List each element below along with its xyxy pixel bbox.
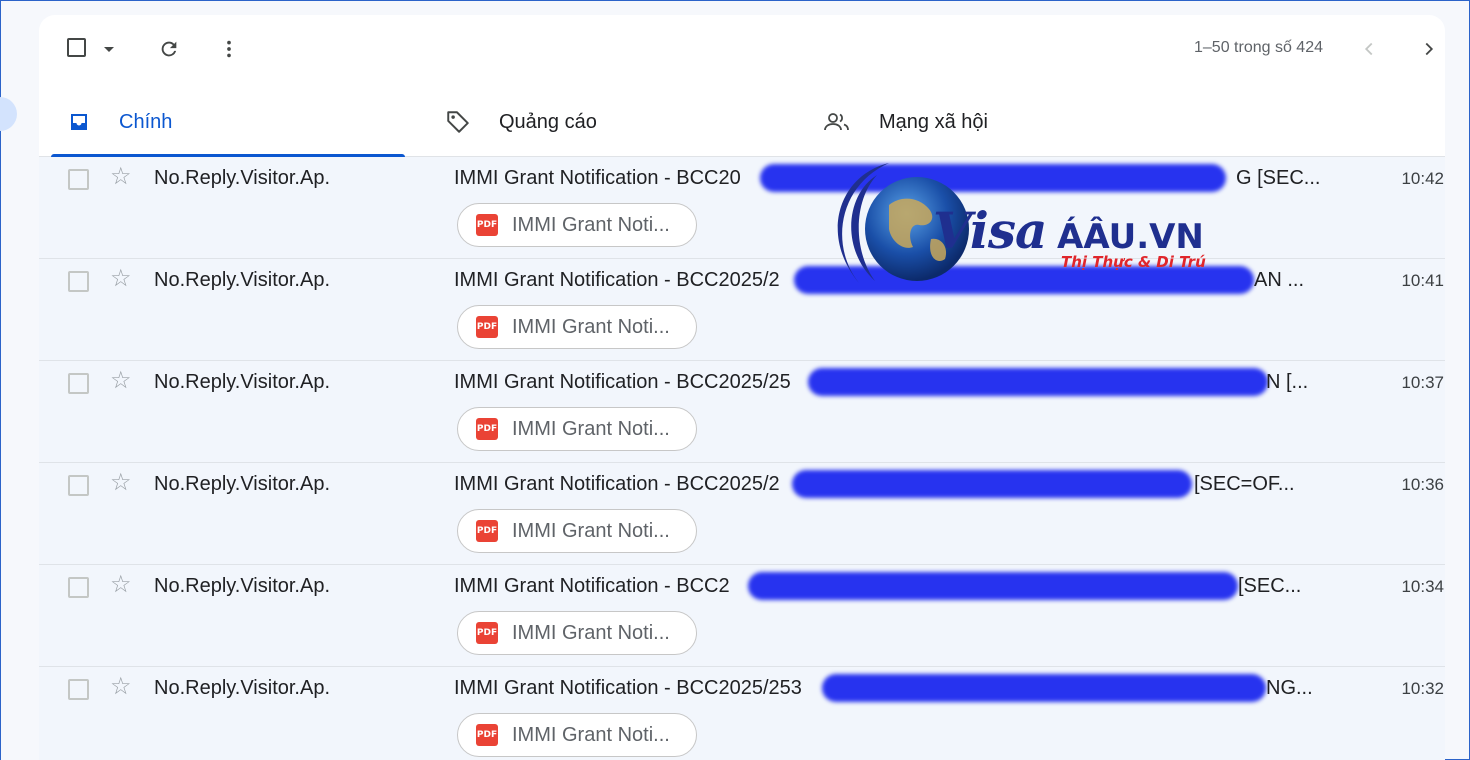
email-time: 10:41	[1401, 271, 1444, 290]
inbox-icon	[67, 110, 91, 134]
subject-text: IMMI Grant Notification - BCC2	[454, 575, 730, 597]
subject-tail: [SEC...	[1238, 575, 1302, 597]
pdf-icon: PDF	[476, 316, 498, 338]
subject-text: IMMI Grant Notification - BCC20	[454, 167, 741, 189]
pdf-icon: PDF	[476, 520, 498, 542]
email-row[interactable]: ☆ No.Reply.Visitor.Ap. IMMI Grant Notifi…	[39, 667, 1445, 760]
redaction-mark	[792, 470, 1192, 498]
more-options-icon[interactable]	[217, 37, 241, 61]
attachment-name: IMMI Grant Noti...	[512, 723, 670, 746]
row-checkbox[interactable]	[68, 577, 89, 598]
watermark-brand: Visa	[933, 201, 1047, 260]
attachment-chip[interactable]: PDF IMMI Grant Noti...	[457, 611, 697, 655]
people-icon	[823, 110, 851, 134]
select-all-checkbox[interactable]	[67, 38, 86, 57]
star-icon[interactable]: ☆	[110, 675, 132, 699]
refresh-icon[interactable]	[157, 37, 181, 61]
email-subject: IMMI Grant Notification - BCC2025/2 [SEC…	[454, 470, 1295, 498]
watermark-logo: Visa ÁÂU.VN Thị Thực & Di Trú	[819, 155, 1239, 305]
row-checkbox[interactable]	[68, 475, 89, 496]
sender-name: No.Reply.Visitor.Ap.	[154, 575, 331, 597]
row-checkbox[interactable]	[68, 679, 89, 700]
tab-social[interactable]: Mạng xã hội	[823, 87, 1163, 157]
watermark-tagline: Thị Thực & Di Trú	[1061, 253, 1206, 271]
email-time: 10:36	[1401, 475, 1444, 494]
email-subject: IMMI Grant Notification - BCC2025/253 NG…	[454, 674, 1313, 702]
redaction-mark	[808, 368, 1268, 396]
email-subject: IMMI Grant Notification - BCC2 [SEC...	[454, 572, 1301, 600]
redaction-mark	[822, 674, 1266, 702]
subject-text: IMMI Grant Notification - BCC2025/25	[454, 371, 791, 393]
email-subject: IMMI Grant Notification - BCC2025/25 N […	[454, 368, 1308, 396]
pdf-icon: PDF	[476, 214, 498, 236]
category-tabs: Chính Quảng cáo Mạng xã hội	[39, 87, 1445, 157]
subject-text: IMMI Grant Notification - BCC2025/253	[454, 677, 802, 699]
row-checkbox[interactable]	[68, 271, 89, 292]
tab-social-label: Mạng xã hội	[879, 110, 988, 133]
email-time: 10:37	[1401, 373, 1444, 392]
sender-name: No.Reply.Visitor.Ap.	[154, 269, 331, 291]
toolbar: 1–50 trong số 424	[39, 15, 1445, 81]
attachment-name: IMMI Grant Noti...	[512, 519, 670, 542]
star-icon[interactable]: ☆	[110, 369, 132, 393]
email-subject: IMMI Grant Notification - BCC20 G [SEC..…	[454, 164, 1320, 192]
attachment-name: IMMI Grant Noti...	[512, 213, 670, 236]
attachment-chip[interactable]: PDF IMMI Grant Noti...	[457, 203, 697, 247]
pdf-icon: PDF	[476, 622, 498, 644]
subject-text: IMMI Grant Notification - BCC2025/2	[454, 269, 780, 291]
email-row[interactable]: ☆ No.Reply.Visitor.Ap. IMMI Grant Notifi…	[39, 463, 1445, 565]
mail-panel: 1–50 trong số 424 Chính Quảng cáo Mạng x…	[39, 15, 1445, 760]
attachment-chip[interactable]: PDF IMMI Grant Noti...	[457, 407, 697, 451]
email-subject: IMMI Grant Notification - BCC2025/2 AN .…	[454, 266, 1304, 294]
email-row[interactable]: ☆ No.Reply.Visitor.Ap. IMMI Grant Notifi…	[39, 361, 1445, 463]
pagination-count: 1–50 trong số 424	[1194, 39, 1323, 56]
tab-promotions-label: Quảng cáo	[499, 110, 597, 133]
attachment-chip[interactable]: PDF IMMI Grant Noti...	[457, 305, 697, 349]
tab-promotions[interactable]: Quảng cáo	[445, 87, 785, 157]
attachment-chip[interactable]: PDF IMMI Grant Noti...	[457, 713, 697, 757]
star-icon[interactable]: ☆	[110, 267, 132, 291]
pdf-icon: PDF	[476, 724, 498, 746]
sender-name: No.Reply.Visitor.Ap.	[154, 473, 331, 495]
star-icon[interactable]: ☆	[110, 471, 132, 495]
tab-primary-label: Chính	[119, 110, 173, 133]
subject-text: IMMI Grant Notification - BCC2025/2	[454, 473, 780, 495]
pdf-icon: PDF	[476, 418, 498, 440]
star-icon[interactable]: ☆	[110, 165, 132, 189]
email-row[interactable]: ☆ No.Reply.Visitor.Ap. IMMI Grant Notifi…	[39, 565, 1445, 667]
sender-name: No.Reply.Visitor.Ap.	[154, 677, 331, 699]
tab-primary[interactable]: Chính	[67, 87, 407, 157]
tag-icon	[445, 109, 471, 135]
email-time: 10:34	[1401, 577, 1444, 596]
select-dropdown-icon[interactable]	[103, 45, 115, 53]
attachment-name: IMMI Grant Noti...	[512, 315, 670, 338]
subject-tail: [SEC=OF...	[1194, 473, 1295, 495]
subject-tail: AN ...	[1254, 269, 1305, 291]
email-time: 10:42	[1401, 169, 1444, 188]
sender-name: No.Reply.Visitor.Ap.	[154, 371, 331, 393]
attachment-name: IMMI Grant Noti...	[512, 621, 670, 644]
row-checkbox[interactable]	[68, 169, 89, 190]
attachment-name: IMMI Grant Noti...	[512, 417, 670, 440]
star-icon[interactable]: ☆	[110, 573, 132, 597]
redaction-mark	[748, 572, 1238, 600]
email-time: 10:32	[1401, 679, 1444, 698]
subject-tail: NG...	[1266, 677, 1313, 699]
previous-page-icon[interactable]	[1357, 37, 1381, 61]
next-page-icon[interactable]	[1417, 37, 1441, 61]
subject-tail: G [SEC...	[1236, 167, 1321, 189]
watermark-domain: ÁÂU.VN	[1057, 217, 1204, 257]
row-checkbox[interactable]	[68, 373, 89, 394]
subject-tail: N [...	[1266, 371, 1309, 393]
attachment-chip[interactable]: PDF IMMI Grant Noti...	[457, 509, 697, 553]
sender-name: No.Reply.Visitor.Ap.	[154, 167, 331, 189]
